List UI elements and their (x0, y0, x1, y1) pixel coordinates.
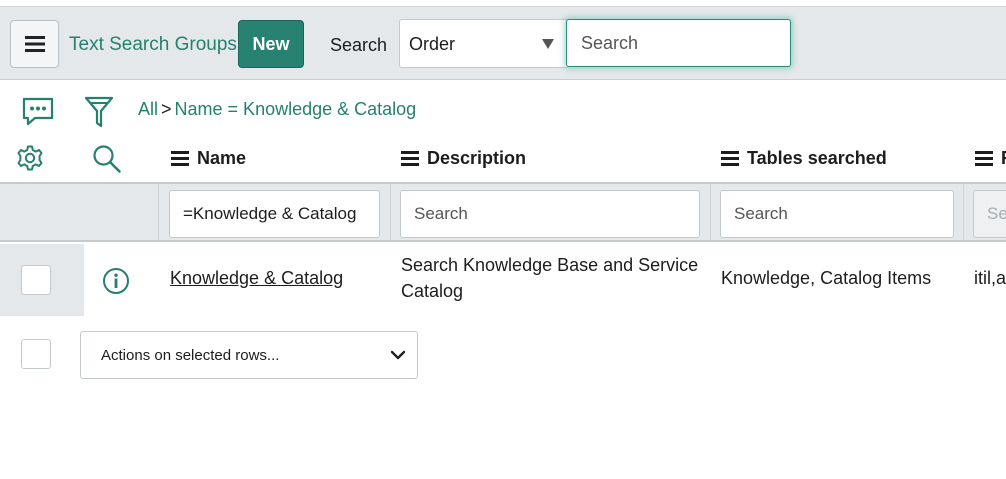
list-menu-button[interactable] (10, 20, 59, 68)
column-header-label: Description (427, 148, 527, 168)
funnel-icon[interactable] (84, 96, 114, 130)
list-title[interactable]: Text Search Groups (69, 34, 237, 56)
gear-icon[interactable] (16, 144, 44, 172)
column-header-tables-searched[interactable]: Tables searched (721, 148, 887, 169)
actions-select[interactable]: Actions on selected rows... (80, 331, 418, 379)
description-filter-input[interactable] (400, 190, 700, 238)
column-divider (390, 184, 391, 240)
roles-filter-input[interactable] (973, 190, 1006, 238)
list-header: Text Search Groups New Search Order (0, 6, 1006, 80)
actions-select-label: Actions on selected rows... (101, 347, 280, 364)
hamburger-menu-icon (24, 36, 45, 52)
search-field-value: Order (409, 34, 456, 54)
search-label: Search (330, 35, 388, 55)
row-roles: itil,admin (974, 268, 1006, 288)
list-actions-row: Actions on selected rows... (0, 318, 1006, 388)
caret-down-icon (542, 39, 554, 49)
row-checkbox[interactable] (21, 265, 51, 295)
breadcrumb-row: All > Name = Knowledge & Catalog (0, 90, 1006, 130)
breadcrumb-all[interactable]: All (138, 99, 158, 119)
row-select-cell (0, 244, 84, 316)
magnifier-icon[interactable] (92, 144, 122, 174)
column-header-name[interactable]: Name (171, 148, 246, 169)
new-button[interactable]: New (238, 20, 304, 68)
select-all-checkbox[interactable] (21, 339, 51, 369)
name-filter-input[interactable] (169, 190, 380, 238)
column-divider (158, 184, 159, 240)
column-header-label: Tables searched (747, 148, 887, 168)
info-circle-icon[interactable] (102, 267, 130, 295)
search-input[interactable] (566, 19, 791, 67)
tables-filter-input[interactable] (720, 190, 954, 238)
breadcrumb: All > Name = Knowledge & Catalog (138, 99, 416, 120)
column-header-description[interactable]: Description (401, 148, 526, 169)
column-menu-icon (975, 148, 993, 169)
column-header-row: Name Description Tables searched R (0, 138, 1006, 182)
column-menu-icon (721, 148, 739, 169)
column-header-label: R (1001, 148, 1006, 169)
row-description: Search Knowledge Base and Service Catalo… (401, 255, 699, 301)
chevron-down-icon (389, 344, 407, 371)
column-menu-icon (171, 148, 189, 169)
breadcrumb-separator: > (161, 99, 172, 119)
row-tables-searched: Knowledge, Catalog Items (721, 268, 932, 288)
column-header-label: Name (197, 148, 247, 168)
search-field-select[interactable]: Order (399, 19, 569, 68)
table-row: Knowledge & Catalog Search Knowledge Bas… (0, 244, 1006, 316)
column-header-roles[interactable]: R (975, 148, 1006, 169)
chat-bubble-icon[interactable] (22, 97, 54, 127)
column-menu-icon (401, 148, 419, 169)
column-filter-row (0, 182, 1006, 242)
column-divider (710, 184, 711, 240)
row-name-link[interactable]: Knowledge & Catalog (170, 265, 343, 291)
breadcrumb-condition[interactable]: Name = Knowledge & Catalog (175, 99, 417, 119)
column-divider (963, 184, 964, 240)
